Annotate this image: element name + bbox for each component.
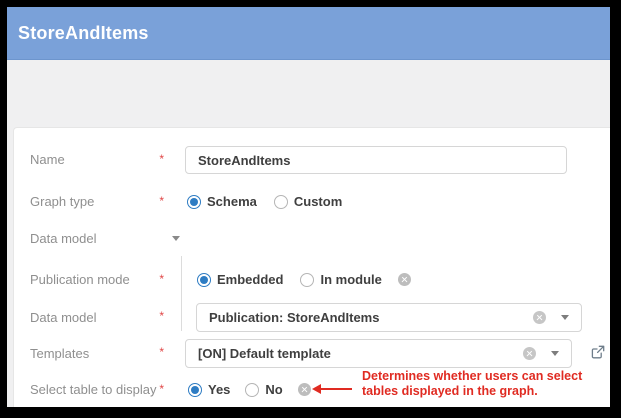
publication-mode-label-row: Publication mode * [30,272,164,287]
screenshot-frame: StoreAndItems Name * Graph type * Schema… [0,0,621,418]
graph-type-label-row: Graph type * [30,194,164,209]
dialog: StoreAndItems Name * Graph type * Schema… [7,7,610,407]
radio-schema[interactable]: Schema [187,194,257,209]
required-asterisk: * [159,303,164,330]
name-label-row: Name * [30,146,164,174]
publication-mode-label: Publication mode [30,272,130,287]
data-model-section-label-row: Data model [30,231,164,246]
external-link-icon[interactable] [591,345,605,359]
annotation-line-1: Determines whether users can select [362,369,582,384]
data-model-label-row: Data model * [30,303,164,332]
section-group-line [181,256,182,331]
data-model-label: Data model [30,303,96,332]
radio-custom[interactable]: Custom [274,194,342,209]
caret-down-icon[interactable] [561,315,569,320]
radio-selected-icon[interactable] [188,383,202,397]
templates-label: Templates [30,339,89,368]
circle-x-icon[interactable] [298,383,311,396]
data-model-section-label: Data model [30,231,96,246]
radio-selected-icon[interactable] [187,195,201,209]
templates-select[interactable]: [ON] Default template [185,339,572,368]
dialog-header: StoreAndItems [7,7,610,60]
select-table-label-row: Select table to display * [30,382,164,397]
name-input[interactable] [198,153,554,168]
required-asterisk: * [159,146,164,172]
triangle-down-icon[interactable] [172,236,180,241]
annotation-arrow-shaft [320,388,352,391]
caret-down-icon[interactable] [551,351,559,356]
circle-x-icon[interactable] [533,311,546,324]
radio-selected-icon[interactable] [197,273,211,287]
graph-type-radiogroup: Schema Custom [187,194,359,209]
radio-no[interactable]: No [245,382,282,397]
annotation-line-2: tables displayed in the graph. [362,384,582,399]
templates-label-row: Templates * [30,339,164,368]
name-field-box [185,146,567,174]
required-asterisk: * [159,382,164,397]
data-model-select[interactable]: Publication: StoreAndItems [196,303,582,332]
publication-mode-radiogroup: Embedded In module [197,272,399,287]
templates-value: [ON] Default template [198,346,523,361]
select-table-radiogroup: Yes No [188,382,300,397]
annotation-text: Determines whether users can select tabl… [362,369,582,399]
required-asterisk: * [159,339,164,366]
radio-unselected-icon[interactable] [274,195,288,209]
name-label: Name [30,146,65,174]
radio-in-module[interactable]: In module [300,272,381,287]
page-title: StoreAndItems [18,23,149,44]
radio-unselected-icon[interactable] [300,273,314,287]
radio-unselected-icon[interactable] [245,383,259,397]
required-asterisk: * [159,194,164,209]
circle-x-icon[interactable] [398,273,411,286]
circle-x-icon[interactable] [523,347,536,360]
data-model-value: Publication: StoreAndItems [209,310,533,325]
radio-yes[interactable]: Yes [188,382,230,397]
radio-embedded[interactable]: Embedded [197,272,283,287]
graph-type-label: Graph type [30,194,94,209]
required-asterisk: * [159,272,164,287]
select-table-label: Select table to display [30,382,156,397]
